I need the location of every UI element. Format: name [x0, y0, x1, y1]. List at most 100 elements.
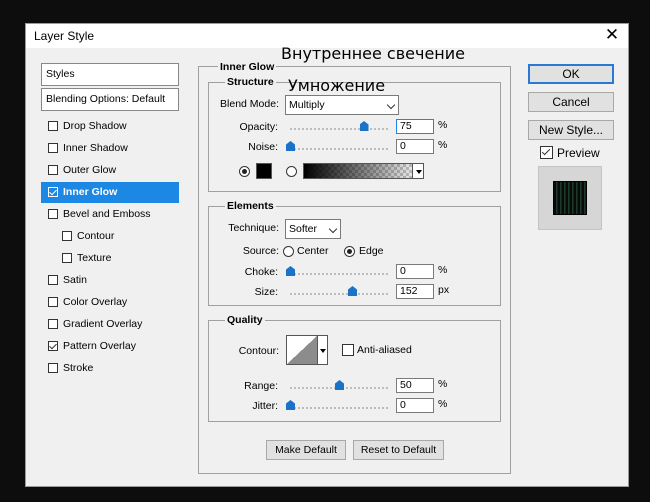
close-icon[interactable]: ✕ [602, 25, 622, 45]
sidebar-item-inner-glow[interactable]: Inner Glow [41, 182, 179, 203]
effect-checkbox[interactable] [48, 143, 58, 153]
size-slider-thumb[interactable] [348, 286, 357, 296]
blend-mode-label: Blend Mode: [220, 98, 279, 110]
gradient-dropdown-button[interactable] [412, 163, 424, 179]
sidebar-item-bevel-and-emboss[interactable]: Bevel and Emboss [41, 204, 179, 225]
effect-checkbox[interactable] [48, 209, 58, 219]
technique-value: Softer [289, 223, 318, 235]
size-slider-track[interactable] [290, 293, 388, 295]
sidebar-item-label: Outer Glow [63, 164, 117, 176]
triangle-down-icon [416, 170, 422, 174]
sidebar-item-label: Gradient Overlay [63, 318, 143, 330]
source-edge-label[interactable]: Edge [359, 245, 384, 257]
sidebar-item-label: Bevel and Emboss [63, 208, 151, 220]
effect-checkbox[interactable] [48, 341, 58, 351]
chevron-down-icon [386, 100, 396, 110]
sidebar-item-label: Satin [63, 274, 87, 286]
opacity-slider-thumb[interactable] [359, 121, 369, 131]
range-label: Range: [244, 380, 278, 392]
effect-checkbox[interactable] [62, 253, 72, 263]
effect-checkbox[interactable] [48, 187, 58, 197]
range-input[interactable]: 50 [396, 378, 434, 393]
choke-unit: % [438, 264, 448, 276]
noise-input[interactable]: 0 [396, 139, 434, 154]
sidebar-item-satin[interactable]: Satin [41, 270, 179, 291]
checkmark-icon [541, 146, 551, 156]
sidebar-item-gradient-overlay[interactable]: Gradient Overlay [41, 314, 179, 335]
quality-title: Quality [225, 314, 265, 326]
noise-slider-track[interactable] [290, 148, 388, 150]
jitter-slider-track[interactable] [290, 407, 388, 409]
contour-picker[interactable] [286, 335, 318, 365]
elements-group: Elements Technique: Softer Source: Cente… [208, 200, 501, 306]
source-label: Source: [242, 245, 279, 257]
effect-checkbox[interactable] [48, 121, 58, 131]
opacity-input[interactable]: 75 [396, 119, 434, 134]
sidebar-item-label: Contour [77, 230, 115, 242]
cancel-button[interactable]: Cancel [528, 92, 614, 112]
new-style-button[interactable]: New Style... [528, 120, 614, 140]
preview-thumbnail [553, 181, 587, 215]
jitter-slider-thumb[interactable] [286, 400, 295, 410]
sidebar-item-label: Inner Glow [63, 186, 118, 198]
opacity-unit: % [438, 119, 448, 131]
effect-checkbox[interactable] [62, 231, 72, 241]
gradient-picker[interactable] [303, 163, 424, 179]
sidebar-item-contour[interactable]: Contour [41, 226, 179, 247]
source-center-radio[interactable] [283, 246, 294, 257]
effect-checkbox[interactable] [48, 363, 58, 373]
structure-group: Structure Blend Mode: Multiply Opacity: … [208, 76, 501, 192]
elements-title: Elements [225, 200, 276, 212]
glow-color-swatch[interactable] [256, 163, 272, 179]
reset-default-button[interactable]: Reset to Default [353, 440, 444, 460]
sidebar-item-label: Texture [77, 252, 112, 264]
source-edge-radio[interactable] [344, 246, 355, 257]
preview-label[interactable]: Preview [557, 146, 600, 160]
blend-mode-select[interactable]: Multiply [285, 95, 399, 115]
effect-checkbox[interactable] [48, 165, 58, 175]
choke-slider-track[interactable] [290, 273, 388, 275]
sidebar-item-stroke[interactable]: Stroke [41, 358, 179, 379]
jitter-input[interactable]: 0 [396, 398, 434, 413]
effect-checkbox[interactable] [48, 297, 58, 307]
blend-mode-value: Multiply [289, 99, 325, 111]
technique-select[interactable]: Softer [285, 219, 341, 239]
quality-group: Quality Contour: Anti-aliased Range: 50 … [208, 314, 501, 422]
size-input[interactable]: 152 [396, 284, 434, 299]
triangle-down-icon [320, 349, 326, 353]
noise-slider-thumb[interactable] [286, 141, 295, 151]
make-default-button[interactable]: Make Default [266, 440, 346, 460]
contour-dropdown-button[interactable] [318, 335, 328, 365]
range-slider-thumb[interactable] [335, 380, 344, 390]
effect-checkbox[interactable] [48, 275, 58, 285]
noise-label: Noise: [248, 141, 278, 153]
window-title: Layer Style [34, 29, 95, 43]
sidebar-item-texture[interactable]: Texture [41, 248, 179, 269]
styles-header[interactable]: Styles [41, 63, 179, 86]
jitter-unit: % [438, 398, 448, 410]
sidebar-item-label: Drop Shadow [63, 120, 127, 132]
anti-aliased-label[interactable]: Anti-aliased [357, 344, 412, 356]
sidebar-item-drop-shadow[interactable]: Drop Shadow [41, 116, 179, 137]
overlay-caption-inner-glow: Внутреннее свечение [281, 44, 465, 63]
sidebar-item-label: Stroke [63, 362, 94, 374]
sidebar-item-inner-shadow[interactable]: Inner Shadow [41, 138, 179, 159]
jitter-label: Jitter: [252, 400, 278, 412]
chevron-down-icon [328, 224, 338, 234]
anti-aliased-checkbox[interactable] [342, 344, 354, 356]
choke-slider-thumb[interactable] [286, 266, 295, 276]
blending-options[interactable]: Blending Options: Default [41, 88, 179, 111]
opacity-slider-track[interactable] [290, 128, 388, 130]
sidebar-item-pattern-overlay[interactable]: Pattern Overlay [41, 336, 179, 357]
preview-checkbox[interactable] [540, 146, 553, 159]
sidebar-item-color-overlay[interactable]: Color Overlay [41, 292, 179, 313]
sidebar-item-outer-glow[interactable]: Outer Glow [41, 160, 179, 181]
range-unit: % [438, 378, 448, 390]
effect-checkbox[interactable] [48, 319, 58, 329]
choke-input[interactable]: 0 [396, 264, 434, 279]
source-center-label[interactable]: Center [297, 245, 329, 257]
color-radio[interactable] [239, 166, 250, 177]
ok-button[interactable]: OK [528, 64, 614, 84]
gradient-radio[interactable] [286, 166, 297, 177]
sidebar-item-label: Color Overlay [63, 296, 128, 308]
